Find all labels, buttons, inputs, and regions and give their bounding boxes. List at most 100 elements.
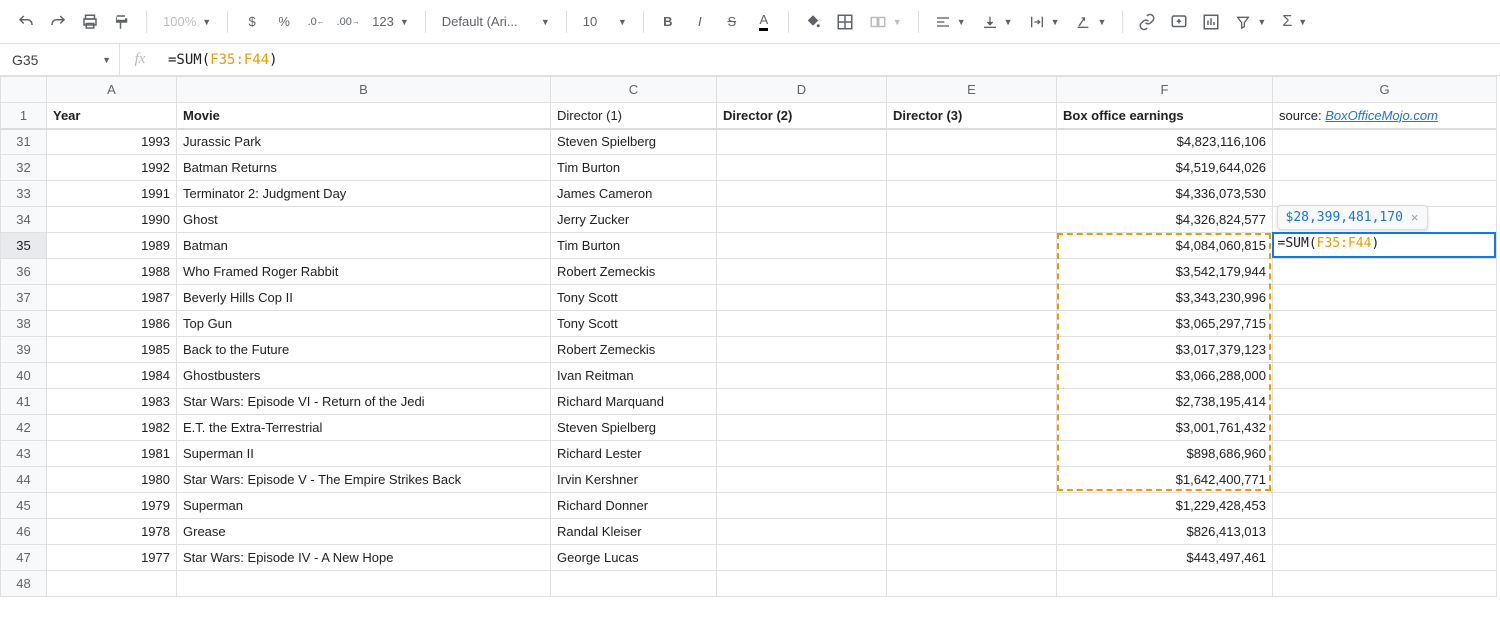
row-header[interactable]: 47 (1, 545, 47, 571)
row-header[interactable]: 48 (1, 571, 47, 597)
column-header[interactable]: E (887, 77, 1057, 103)
cell[interactable]: Star Wars: Episode VI - Return of the Je… (177, 389, 551, 415)
cell[interactable]: 1982 (47, 415, 177, 441)
row-header[interactable]: 32 (1, 155, 47, 181)
cell[interactable]: Superman II (177, 441, 551, 467)
cell[interactable] (1273, 285, 1497, 311)
cell[interactable]: Who Framed Roger Rabbit (177, 259, 551, 285)
cell[interactable] (1273, 545, 1497, 571)
cell[interactable]: 1978 (47, 519, 177, 545)
cell[interactable] (1273, 415, 1497, 441)
cell[interactable] (1273, 181, 1497, 207)
column-header[interactable]: F (1057, 77, 1273, 103)
column-header[interactable]: D (717, 77, 887, 103)
cell[interactable]: 1985 (47, 337, 177, 363)
insert-chart-button[interactable] (1197, 8, 1225, 36)
close-icon[interactable]: × (1411, 210, 1419, 225)
cell[interactable] (887, 233, 1057, 259)
cell[interactable]: 1979 (47, 493, 177, 519)
cell[interactable]: Star Wars: Episode IV - A New Hope (177, 545, 551, 571)
cell[interactable] (887, 519, 1057, 545)
cell[interactable]: $3,001,761,432 (1057, 415, 1273, 441)
text-wrap-button[interactable]: ▼ (1023, 8, 1066, 36)
cell[interactable] (717, 545, 887, 571)
cell[interactable]: Box office earnings (1057, 103, 1273, 129)
cell[interactable]: 1987 (47, 285, 177, 311)
cell[interactable]: Year (47, 103, 177, 129)
cell[interactable] (177, 571, 551, 597)
cell[interactable]: Tim Burton (551, 233, 717, 259)
cell[interactable] (1273, 155, 1497, 181)
cell[interactable]: $3,065,297,715 (1057, 311, 1273, 337)
merge-cells-button[interactable]: ▼ (863, 8, 908, 36)
horizontal-align-button[interactable]: ▼ (929, 8, 972, 36)
cell[interactable] (1273, 389, 1497, 415)
row-header[interactable]: 35 (1, 233, 47, 259)
cell[interactable]: Jurassic Park (177, 129, 551, 155)
cell[interactable] (1273, 493, 1497, 519)
cell[interactable]: Batman (177, 233, 551, 259)
row-header[interactable]: 37 (1, 285, 47, 311)
cell[interactable]: Movie (177, 103, 551, 129)
cell[interactable]: 1981 (47, 441, 177, 467)
row-header[interactable]: 42 (1, 415, 47, 441)
format-percent-button[interactable]: % (270, 8, 298, 36)
cell[interactable]: $1,642,400,771 (1057, 467, 1273, 493)
cell[interactable]: Richard Marquand (551, 389, 717, 415)
source-link[interactable]: BoxOfficeMojo.com (1325, 108, 1438, 123)
cell[interactable]: 1977 (47, 545, 177, 571)
cell[interactable]: Beverly Hills Cop II (177, 285, 551, 311)
cell[interactable] (887, 155, 1057, 181)
row-header[interactable]: 41 (1, 389, 47, 415)
cell[interactable] (47, 571, 177, 597)
column-header[interactable]: C (551, 77, 717, 103)
cell[interactable] (887, 181, 1057, 207)
row-header[interactable]: 36 (1, 259, 47, 285)
cell[interactable] (717, 155, 887, 181)
cell[interactable]: $443,497,461 (1057, 545, 1273, 571)
cell[interactable] (887, 311, 1057, 337)
row-header[interactable]: 1 (1, 103, 47, 129)
font-select[interactable]: Default (Ari... ▼ (436, 8, 556, 36)
bold-button[interactable]: B (654, 8, 682, 36)
cell[interactable] (887, 129, 1057, 155)
cell[interactable]: Ivan Reitman (551, 363, 717, 389)
cell[interactable] (1273, 311, 1497, 337)
formula-input[interactable]: =SUM(F35:F44) (160, 52, 1500, 68)
redo-button[interactable] (44, 8, 72, 36)
vertical-align-button[interactable]: ▼ (976, 8, 1019, 36)
cell[interactable]: Top Gun (177, 311, 551, 337)
cell[interactable] (1273, 337, 1497, 363)
cell[interactable]: 1990 (47, 207, 177, 233)
cell[interactable]: Randal Kleiser (551, 519, 717, 545)
cell[interactable]: $2,738,195,414 (1057, 389, 1273, 415)
cell[interactable]: $4,519,644,026 (1057, 155, 1273, 181)
cell[interactable]: $4,084,060,815 (1057, 233, 1273, 259)
cell[interactable]: Richard Lester (551, 441, 717, 467)
zoom-select[interactable]: 100% ▼ (157, 8, 217, 36)
cell[interactable]: $4,823,116,106 (1057, 129, 1273, 155)
row-header[interactable]: 38 (1, 311, 47, 337)
cell[interactable]: George Lucas (551, 545, 717, 571)
cell[interactable]: 1989 (47, 233, 177, 259)
row-header[interactable]: 33 (1, 181, 47, 207)
cell[interactable]: 1983 (47, 389, 177, 415)
cell[interactable] (887, 259, 1057, 285)
name-box[interactable]: G35 ▼ (0, 44, 120, 75)
cell[interactable]: Robert Zemeckis (551, 337, 717, 363)
column-header[interactable]: B (177, 77, 551, 103)
cell[interactable] (887, 389, 1057, 415)
cell[interactable]: 1992 (47, 155, 177, 181)
cell[interactable] (887, 493, 1057, 519)
cell[interactable]: Tony Scott (551, 311, 717, 337)
cell[interactable] (1057, 571, 1273, 597)
cell[interactable]: Terminator 2: Judgment Day (177, 181, 551, 207)
cell[interactable] (887, 285, 1057, 311)
cell[interactable]: Batman Returns (177, 155, 551, 181)
cell[interactable]: $1,229,428,453 (1057, 493, 1273, 519)
cell[interactable]: Richard Donner (551, 493, 717, 519)
row-header[interactable]: 40 (1, 363, 47, 389)
cell[interactable]: 1980 (47, 467, 177, 493)
column-header[interactable]: G (1273, 77, 1497, 103)
cell[interactable]: E.T. the Extra-Terrestrial (177, 415, 551, 441)
